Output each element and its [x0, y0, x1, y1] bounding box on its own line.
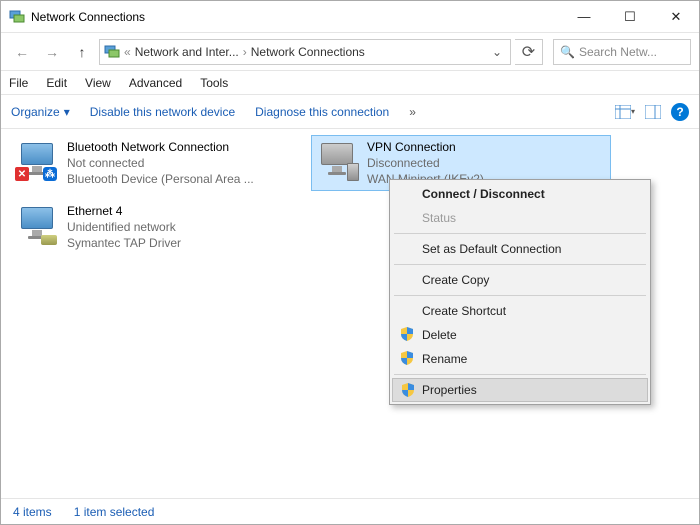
item-device: Bluetooth Device (Personal Area ... [67, 171, 254, 187]
breadcrumb[interactable]: « Network and Inter... › Network Connect… [99, 39, 511, 65]
breadcrumb-sep: › [243, 45, 247, 59]
back-button[interactable]: ← [9, 39, 35, 65]
up-button[interactable]: ↑ [69, 39, 95, 65]
network-window-icon [9, 9, 25, 25]
breadcrumb-dropdown[interactable]: ⌄ [488, 45, 506, 59]
maximize-button[interactable]: ☐ [607, 1, 653, 32]
menu-view[interactable]: View [85, 76, 111, 90]
network-path-icon [104, 44, 120, 60]
context-menu: Connect / Disconnect Status Set as Defau… [389, 179, 651, 405]
navigation-bar: ← → ↑ « Network and Inter... › Network C… [1, 33, 699, 71]
connection-item-ethernet[interactable]: Ethernet 4 Unidentified network Symantec… [11, 199, 311, 255]
ctx-status: Status [392, 206, 648, 230]
diagnose-button[interactable]: Diagnose this connection [255, 105, 389, 119]
menu-bar: File Edit View Advanced Tools [1, 71, 699, 95]
item-name: Ethernet 4 [67, 203, 181, 219]
ctx-connect[interactable]: Connect / Disconnect [392, 182, 648, 206]
close-button[interactable]: ✕ [653, 1, 699, 32]
breadcrumb-item-2[interactable]: Network Connections [251, 45, 365, 59]
breadcrumb-item-1[interactable]: Network and Inter... [135, 45, 239, 59]
disconnected-x-icon: ✕ [15, 167, 29, 181]
ctx-sep [394, 233, 646, 234]
window-controls: — ☐ ✕ [561, 1, 699, 32]
toolbar-more[interactable]: » [409, 105, 416, 119]
chevron-down-icon: ▾ [64, 105, 70, 119]
ctx-default[interactable]: Set as Default Connection [392, 237, 648, 261]
shield-icon [400, 327, 414, 341]
search-icon: 🔍 [560, 45, 575, 59]
titlebar: Network Connections — ☐ ✕ [1, 1, 699, 33]
breadcrumb-prefix: « [124, 45, 131, 59]
menu-tools[interactable]: Tools [200, 76, 228, 90]
ctx-copy[interactable]: Create Copy [392, 268, 648, 292]
disable-device-button[interactable]: Disable this network device [90, 105, 235, 119]
ctx-rename[interactable]: Rename [392, 347, 648, 371]
forward-button[interactable]: → [39, 39, 65, 65]
search-input[interactable]: 🔍 Search Netw... [553, 39, 691, 65]
item-name: VPN Connection [367, 139, 484, 155]
help-button[interactable]: ? [671, 103, 689, 121]
search-placeholder: Search Netw... [579, 45, 657, 59]
item-status: Unidentified network [67, 219, 181, 235]
view-layout-icon[interactable]: ▾ [615, 102, 635, 122]
ctx-sep [394, 295, 646, 296]
item-status: Disconnected [367, 155, 484, 171]
item-name: Bluetooth Network Connection [67, 139, 254, 155]
shield-icon [400, 351, 414, 365]
connection-item-bluetooth[interactable]: ✕ ⁂ Bluetooth Network Connection Not con… [11, 135, 311, 191]
status-bar: 4 items 1 item selected [1, 498, 699, 524]
server-icon [347, 163, 359, 181]
bluetooth-connection-icon: ✕ ⁂ [15, 139, 59, 183]
organize-button[interactable]: Organize ▾ [11, 105, 70, 119]
shield-icon [401, 383, 415, 397]
vpn-connection-icon [315, 139, 359, 183]
minimize-button[interactable]: — [561, 1, 607, 32]
cable-icon [41, 235, 57, 245]
ctx-properties[interactable]: Properties [392, 378, 648, 402]
ctx-delete[interactable]: Delete [392, 323, 648, 347]
menu-file[interactable]: File [9, 76, 28, 90]
refresh-button[interactable]: ⟳ [515, 39, 543, 65]
ctx-sep [394, 374, 646, 375]
view-preview-icon[interactable] [643, 102, 663, 122]
bluetooth-icon: ⁂ [43, 167, 57, 181]
ctx-shortcut[interactable]: Create Shortcut [392, 299, 648, 323]
view-options: ▾ ? [615, 102, 689, 122]
toolbar: Organize ▾ Disable this network device D… [1, 95, 699, 129]
status-count: 4 items [13, 505, 52, 519]
window-title: Network Connections [31, 10, 561, 24]
ethernet-connection-icon [15, 203, 59, 247]
ctx-sep [394, 264, 646, 265]
menu-edit[interactable]: Edit [46, 76, 67, 90]
status-selected: 1 item selected [74, 505, 155, 519]
menu-advanced[interactable]: Advanced [129, 76, 182, 90]
item-status: Not connected [67, 155, 254, 171]
item-device: Symantec TAP Driver [67, 235, 181, 251]
